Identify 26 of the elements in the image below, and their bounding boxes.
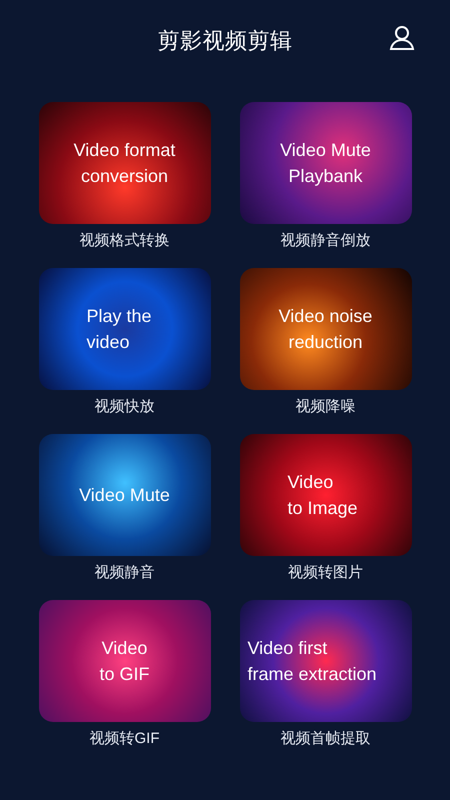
tool-card[interactable]: Video Mute [38,434,210,556]
tool-label: 视频转GIF [90,729,160,749]
card-caption: Play the video [86,305,152,354]
tool-card[interactable]: Video noise reduction [240,268,412,390]
card-caption: Video first frame extraction [248,637,377,686]
tool-label: 视频静音倒放 [280,231,370,251]
tool-label: 视频首帧提取 [280,729,370,749]
tool-card[interactable]: Video Mute Playbank [240,102,412,224]
user-icon[interactable] [388,24,416,52]
tool-card[interactable]: Video to GIF [38,600,210,722]
tool-label: 视频格式转换 [80,231,170,251]
card-caption: Video Mute [79,484,170,507]
tool-card[interactable]: Play the video [38,268,210,390]
card-caption: Video Mute Playbank [280,139,371,188]
tool-label: 视频快放 [94,397,154,417]
card-caption: Video to GIF [99,637,150,686]
app-title: 剪影视频剪辑 [157,26,293,54]
card-caption: Video format conversion [74,139,176,188]
card-caption: Video to Image [288,471,358,520]
tool-label: 视频静音 [94,563,154,583]
tool-card[interactable]: Video to Image [240,434,412,556]
tool-label: 视频降噪 [296,397,356,417]
tool-card[interactable]: Video format conversion [38,102,210,224]
card-caption: Video noise reduction [278,305,372,354]
tool-label: 视频转图片 [288,563,363,583]
tool-card[interactable]: Video first frame extraction [240,600,412,722]
